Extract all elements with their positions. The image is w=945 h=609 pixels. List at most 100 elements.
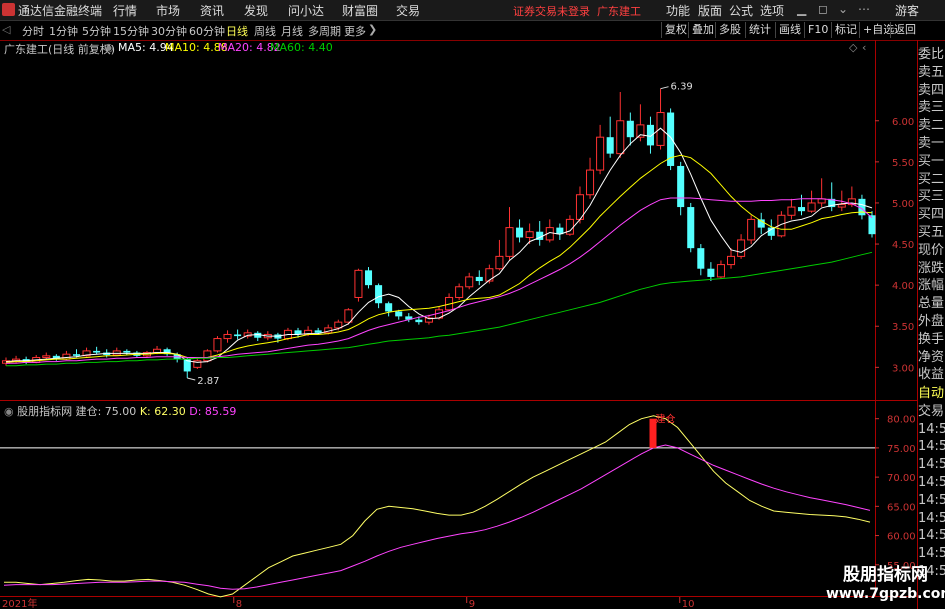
ind-ytick-label: 75.00 [887, 444, 916, 455]
side-quote-label-9: 买四 [918, 207, 945, 223]
candle-body-down [314, 330, 322, 333]
side-quote-label-8: 买三 [918, 189, 945, 205]
candle-body-up [837, 204, 846, 208]
side-quote-label-2: 卖四 [918, 82, 945, 98]
candle-body-down [123, 350, 131, 353]
side-quote-label-4: 卖二 [918, 118, 945, 134]
candle-body-up [737, 239, 746, 257]
candle-body-up [455, 286, 464, 298]
high-price-label: 6.39 [671, 82, 693, 93]
candle-body-up [62, 353, 71, 360]
candle-body-down [475, 276, 483, 282]
candle-body-up [42, 355, 51, 358]
candle-body-up [747, 218, 756, 241]
candle-body-up [616, 120, 625, 155]
candle-body-down [697, 248, 705, 269]
candle-body-up [223, 333, 232, 340]
candle-body-up [505, 227, 514, 257]
candle-body-up [596, 136, 605, 171]
side-quote-label-0: 委比 [918, 47, 945, 62]
side-quote-label-1: 卖五 [918, 64, 945, 80]
side-trade-label-6: 14:56 [918, 492, 945, 508]
watermark: 股朋指标网 www.7gpzb.com [826, 565, 945, 603]
candle-body-up [213, 338, 222, 352]
main-ytick-label: 3.50 [892, 322, 914, 333]
ind-ytick-label: 60.00 [887, 532, 916, 543]
candle-body-up [656, 112, 665, 146]
candle-body-down [606, 137, 614, 154]
candle-body-down [797, 207, 806, 212]
side-quote-label-15: 外盘 [918, 313, 945, 329]
xaxis-label: 10 [682, 599, 695, 609]
side-quote-label-18: 收益 [918, 367, 945, 383]
candle-body-down [626, 120, 634, 138]
xaxis-label: 8 [236, 599, 242, 609]
side-trade-label-3: 14:56 [918, 439, 945, 455]
low-annotation-pointer [187, 377, 196, 381]
side-quote-label-5: 卖一 [918, 135, 945, 151]
candle-body-down [72, 354, 81, 356]
main-ytick-label: 5.00 [892, 199, 914, 210]
side-quote-label-12: 涨跌 [918, 260, 945, 276]
candle-body-up [726, 255, 736, 266]
watermark-title: 股朋指标网 [843, 565, 928, 585]
candle-body-up [495, 255, 504, 270]
candle-body-down [677, 165, 685, 208]
xaxis-label: 9 [469, 599, 475, 609]
side-trade-label-8: 14:56 [918, 528, 945, 544]
main-ytick-label: 4.00 [892, 281, 914, 292]
low-price-label: 2.87 [197, 376, 219, 387]
side-quote-label-13: 涨幅 [918, 278, 945, 294]
main-ytick-label: 6.00 [892, 117, 914, 128]
main-ytick-label: 5.50 [892, 158, 914, 169]
candle-body-up [525, 231, 534, 238]
candle-body-down [687, 207, 695, 249]
side-trade-label-7: 14:56 [918, 510, 945, 526]
side-quote-label-11: 现价 [918, 242, 945, 258]
side-trade-label-5: 14:56 [918, 474, 945, 490]
candle-body-down [707, 268, 715, 277]
side-panel-quotes: 委比 卖五 卖四 卖三 卖二 卖一 买一 买二 买三 买四 买五 现价 涨跌 涨幅 总量 外盘 换手 净资 收益 [918, 46, 945, 384]
chart-canvas[interactable]: 6.00 5.50 5.00 4.50 4.00 3.50 3.00 80.00 75.00 7… [0, 0, 945, 609]
side-quote-label-6: 买一 [918, 153, 945, 169]
side-trade-label-9: 14:56 [918, 546, 945, 562]
candle-body-up [807, 202, 816, 212]
side-quote-label-17: 净资 [918, 349, 945, 365]
candle-body-up [465, 276, 474, 288]
watermark-url: www.7gpzb.com [826, 586, 945, 602]
candle-body-down [385, 303, 393, 312]
ma-line-ma10 [5, 154, 873, 363]
high-annotation-pointer [660, 86, 669, 90]
candle-body-down [375, 285, 383, 304]
main-ytick-label: 4.50 [892, 240, 914, 251]
xaxis-label: 2021年 [2, 597, 37, 609]
candle-body-down [516, 227, 524, 238]
side-quote-label-16: 换手 [918, 331, 945, 347]
candle-body-up [485, 268, 494, 282]
side-panel-trades: 自动交易14:5614:5614:5614:5614:5614:5614:561… [918, 385, 945, 581]
candle-body-up [586, 169, 595, 196]
side-trade-label-0: 自动 [918, 386, 945, 401]
side-quote-label-14: 总量 [918, 296, 945, 312]
candle-body-up [203, 350, 212, 362]
candle-body-down [93, 350, 101, 353]
ma-line-ma20 [6, 197, 873, 364]
candle-body-down [868, 215, 876, 235]
ind-ytick-label: 70.00 [887, 473, 916, 484]
candle-body-down [364, 270, 373, 286]
candle-body-down [234, 334, 242, 337]
side-quote-label-3: 卖三 [918, 100, 945, 116]
candle-body-down [415, 319, 423, 323]
ind-ytick-label: 65.00 [887, 502, 916, 513]
side-quote-label-10: 买五 [918, 224, 945, 240]
side-trade-label-4: 14:56 [918, 457, 945, 473]
indicator-line-k [4, 415, 871, 598]
signal-label: 建仓 [656, 413, 676, 426]
side-trade-label-1: 交易 [918, 403, 945, 419]
candle-body-down [395, 311, 403, 317]
main-ytick-label: 3.00 [892, 363, 914, 374]
candle-body-up [354, 269, 363, 298]
candle-body-down [646, 124, 654, 146]
candle-body-up [716, 264, 725, 278]
candle-body-up [787, 206, 796, 216]
